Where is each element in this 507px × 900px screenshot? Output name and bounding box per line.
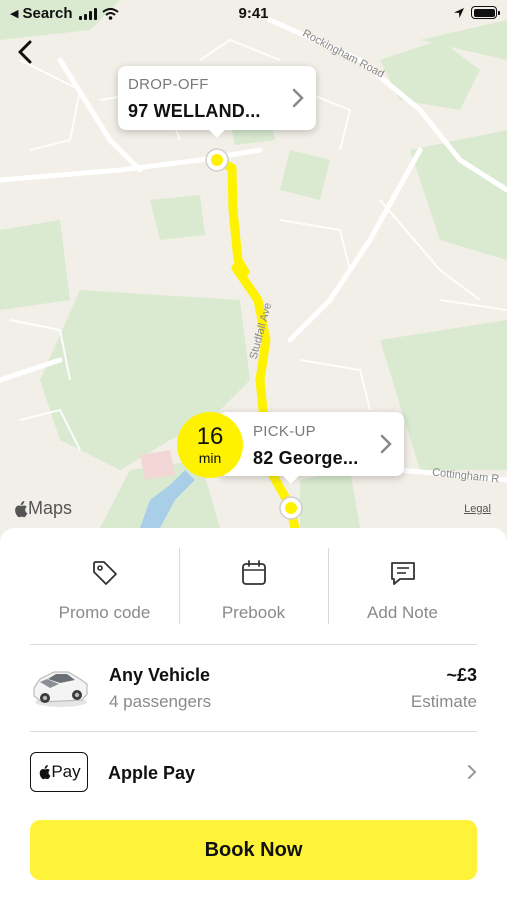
chevron-right-icon xyxy=(292,88,304,108)
prebook-label: Prebook xyxy=(221,603,286,622)
chevron-right-icon xyxy=(468,765,477,779)
vehicle-passengers: 4 passengers xyxy=(109,692,212,711)
legal-link[interactable]: Legal xyxy=(464,503,491,515)
status-bar: ◀ Search 9:41 xyxy=(0,0,507,28)
back-arrow-icon[interactable] xyxy=(10,36,40,68)
apple-logo-icon xyxy=(15,500,28,517)
dropoff-callout[interactable]: DROP-OFF 97 WELLAND... xyxy=(118,66,316,138)
eta-badge: 16 min xyxy=(177,412,243,478)
divider xyxy=(179,548,180,624)
booking-sheet: Promo code Prebook Add Note Any Vehicle … xyxy=(0,528,507,900)
car-icon xyxy=(33,671,88,707)
pickup-address: 82 George... xyxy=(253,448,359,468)
note-icon xyxy=(390,562,415,585)
add-note-button[interactable]: Add Note xyxy=(328,546,477,626)
quick-actions: Promo code Prebook Add Note xyxy=(30,546,477,626)
payment-method-name: Apple Pay xyxy=(108,763,196,783)
payment-method-row[interactable]: Pay Apple Pay xyxy=(30,748,477,796)
divider xyxy=(328,548,329,624)
apple-pay-badge-text: Pay xyxy=(51,762,81,781)
pickup-callout[interactable]: PICK-UP 82 George... xyxy=(218,412,404,484)
status-time: 9:41 xyxy=(238,5,269,22)
maps-attribution: Maps xyxy=(12,498,72,519)
eta-unit: min xyxy=(198,450,222,466)
add-note-label: Add Note xyxy=(367,603,438,622)
fare-price: ~£3 xyxy=(446,665,477,685)
apple-logo-icon xyxy=(40,765,51,780)
prebook-button[interactable]: Prebook xyxy=(179,546,328,626)
dropoff-address: 97 WELLAND... xyxy=(128,101,261,121)
divider xyxy=(30,644,477,645)
location-arrow-icon xyxy=(454,7,464,18)
battery-icon xyxy=(471,6,500,19)
promo-code-button[interactable]: Promo code xyxy=(30,546,179,626)
vehicle-name: Any Vehicle xyxy=(109,665,211,685)
promo-code-label: Promo code xyxy=(58,603,151,622)
tag-icon xyxy=(92,561,117,585)
apple-pay-badge: Pay xyxy=(30,752,88,792)
book-now-button[interactable]: Book Now xyxy=(30,820,477,880)
fare-estimate-label: Estimate xyxy=(410,692,477,711)
calendar-icon xyxy=(241,560,266,585)
pickup-label: PICK-UP xyxy=(253,423,316,440)
route-map[interactable]: Rockingham Road Studfall Ave Cottingham … xyxy=(0,0,507,560)
chevron-right-icon xyxy=(380,434,392,454)
vehicle-option[interactable]: Any Vehicle 4 passengers ~£3 Estimate xyxy=(30,652,477,730)
divider xyxy=(30,731,477,732)
dropoff-label: DROP-OFF xyxy=(128,76,209,93)
eta-value: 16 xyxy=(196,423,224,450)
maps-brand: Maps xyxy=(28,498,73,518)
